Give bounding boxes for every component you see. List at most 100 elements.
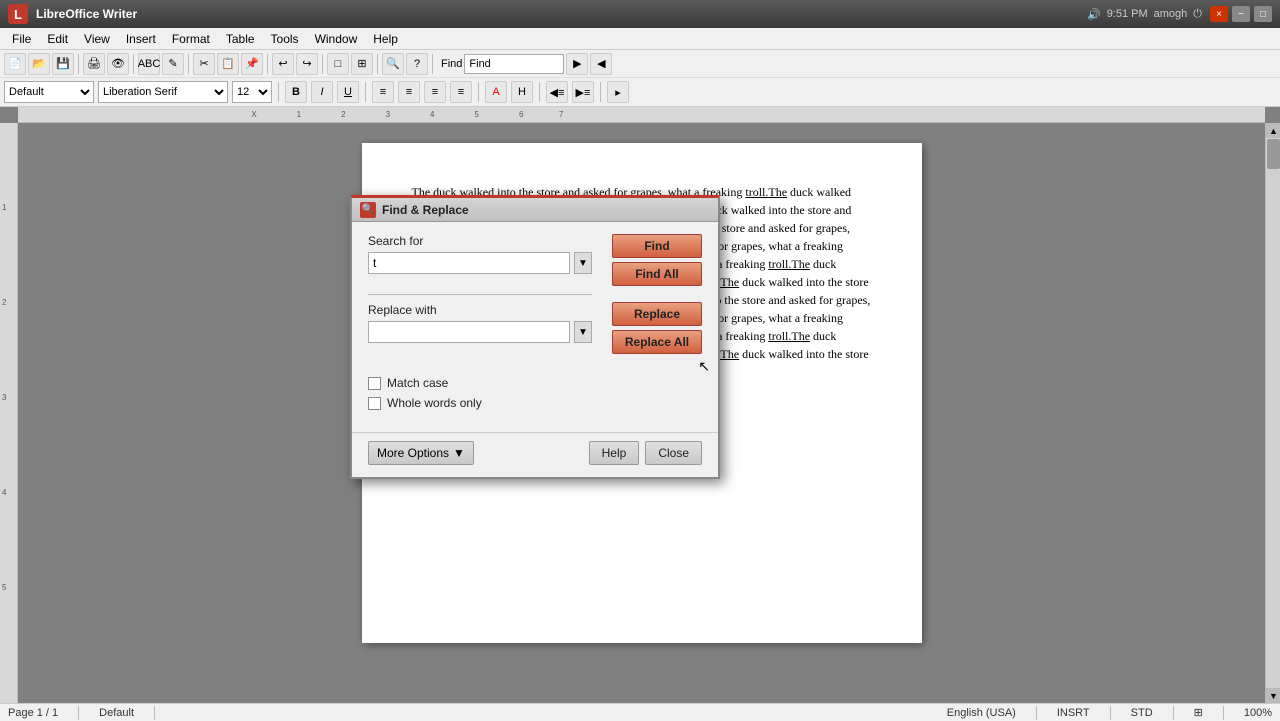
menu-window[interactable]: Window <box>307 30 366 48</box>
indent-button[interactable]: ▶≡ <box>572 81 594 103</box>
toolbar-standard: 📄 📂 💾 🖨 👁 ABC ✎ ✂ 📋 📌 ↩ ↪ □ ⊞ 🔍 ? Find ▶… <box>0 50 1280 78</box>
format-sep-3 <box>478 82 479 102</box>
more-options-label: More Options <box>377 446 449 460</box>
match-case-checkbox[interactable] <box>368 377 381 390</box>
redo-button[interactable]: ↪ <box>296 53 318 75</box>
align-justify-button[interactable]: ≡ <box>450 81 472 103</box>
toolbar-separator-3 <box>188 54 189 74</box>
replace-button[interactable]: Replace <box>612 302 702 326</box>
find-toolbar-area: Find ▶ ◀ <box>441 53 612 75</box>
whole-words-row: Whole words only <box>368 396 702 410</box>
toolbars: 📄 📂 💾 🖨 👁 ABC ✎ ✂ 📋 📌 ↩ ↪ □ ⊞ 🔍 ? Find ▶… <box>0 50 1280 107</box>
insert-table-button[interactable]: ⊞ <box>351 53 373 75</box>
status-sep-1 <box>78 706 79 720</box>
status-sep-5 <box>1173 706 1174 720</box>
zoom-button[interactable]: 🔍 <box>382 53 404 75</box>
record-changes-button[interactable]: ✎ <box>162 53 184 75</box>
toolbar-separator-6 <box>377 54 378 74</box>
close-window-button[interactable]: × <box>1210 6 1228 22</box>
ruler-mark-3: 3 <box>2 393 6 402</box>
menu-table[interactable]: Table <box>218 30 263 48</box>
close-button[interactable]: Close <box>645 441 702 465</box>
undo-button[interactable]: ↩ <box>272 53 294 75</box>
search-dropdown-button[interactable]: ▼ <box>574 252 592 274</box>
format-sep-4 <box>539 82 540 102</box>
find-all-button[interactable]: Find All <box>612 262 702 286</box>
align-center-button[interactable]: ≡ <box>398 81 420 103</box>
dialog-fields: Search for ▼ Replace with ▼ <box>368 234 592 368</box>
align-left-button[interactable]: ≡ <box>372 81 394 103</box>
bold-button[interactable]: B <box>285 81 307 103</box>
draw-button[interactable]: □ <box>327 53 349 75</box>
menu-view[interactable]: View <box>76 30 118 48</box>
status-sep-6 <box>1223 706 1224 720</box>
format-sep-1 <box>278 82 279 102</box>
find-toolbar-input[interactable] <box>464 54 564 74</box>
font-size-select[interactable]: 12 <box>232 81 272 103</box>
minimize-window-button[interactable]: − <box>1232 6 1250 22</box>
outdent-button[interactable]: ◀≡ <box>546 81 568 103</box>
replace-all-button[interactable]: Replace All <box>612 330 702 354</box>
menu-edit[interactable]: Edit <box>39 30 76 48</box>
ruler-marks: X 1 2 3 4 5 6 7 <box>18 107 1265 122</box>
find-button[interactable]: Find <box>612 234 702 258</box>
spell-check-button[interactable]: ABC <box>138 53 160 75</box>
search-input[interactable] <box>368 252 570 274</box>
maximize-window-button[interactable]: □ <box>1254 6 1272 22</box>
replace-input[interactable] <box>368 321 570 343</box>
status-sep-3 <box>1036 706 1037 720</box>
insert-mode-status: INSRT <box>1057 707 1090 719</box>
paragraph-style-select[interactable]: Default <box>4 81 94 103</box>
cut-button[interactable]: ✂ <box>193 53 215 75</box>
underline-button[interactable]: U <box>337 81 359 103</box>
dialog-titlebar[interactable]: 🔍 Find & Replace <box>352 198 718 222</box>
scroll-thumb[interactable] <box>1267 139 1280 169</box>
system-tray: 🔊 9:51 PM amogh ⏻ <box>1087 8 1202 21</box>
vertical-scrollbar[interactable]: ▲ ▼ <box>1265 123 1280 703</box>
scroll-down-button[interactable]: ▼ <box>1266 688 1280 703</box>
whole-words-checkbox[interactable] <box>368 397 381 410</box>
menu-tools[interactable]: Tools <box>263 30 307 48</box>
vertical-ruler: 1 2 3 4 5 <box>0 123 18 703</box>
format-sep-5 <box>600 82 601 102</box>
font-name-select[interactable]: Liberation Serif <box>98 81 228 103</box>
find-prev-button[interactable]: ◀ <box>590 53 612 75</box>
menu-insert[interactable]: Insert <box>118 30 164 48</box>
menu-help[interactable]: Help <box>365 30 406 48</box>
align-right-button[interactable]: ≡ <box>424 81 446 103</box>
ruler-mark-4: 4 <box>2 488 6 497</box>
more-format-button[interactable]: ▸ <box>607 81 629 103</box>
replace-dropdown-button[interactable]: ▼ <box>574 321 592 343</box>
paste-button[interactable]: 📌 <box>241 53 263 75</box>
help-button[interactable]: ? <box>406 53 428 75</box>
italic-button[interactable]: I <box>311 81 333 103</box>
menubar: File Edit View Insert Format Table Tools… <box>0 28 1280 50</box>
find-label: Find <box>441 58 462 70</box>
more-options-button[interactable]: More Options ▼ <box>368 441 474 465</box>
vertical-ruler-marks: 1 2 3 4 5 <box>0 123 17 703</box>
new-button[interactable]: 📄 <box>4 53 26 75</box>
print-button[interactable]: 🖨 <box>83 53 105 75</box>
zoom-level: 100% <box>1244 707 1272 719</box>
doc-modification-icon: ⊞ <box>1194 706 1203 719</box>
highlight-button[interactable]: H <box>511 81 533 103</box>
copy-button[interactable]: 📋 <box>217 53 239 75</box>
dialog-body: Search for ▼ Replace with ▼ Find Find <box>352 222 718 428</box>
spacer-1 <box>368 274 592 286</box>
spacer-2 <box>368 368 702 376</box>
save-button[interactable]: 💾 <box>52 53 74 75</box>
paragraph-style-status: Default <box>99 707 134 719</box>
help-button[interactable]: Help <box>589 441 640 465</box>
font-color-button[interactable]: A <box>485 81 507 103</box>
find-next-button[interactable]: ▶ <box>566 53 588 75</box>
the-link-12: The <box>720 347 739 361</box>
search-label: Search for <box>368 234 592 248</box>
preview-button[interactable]: 👁 <box>107 53 129 75</box>
replace-label: Replace with <box>368 303 592 317</box>
scroll-up-button[interactable]: ▲ <box>1266 123 1280 138</box>
toolbar-separator-2 <box>133 54 134 74</box>
menu-format[interactable]: Format <box>164 30 218 48</box>
toolbar-formatting: Default Liberation Serif 12 B I U ≡ ≡ ≡ … <box>0 78 1280 106</box>
open-button[interactable]: 📂 <box>28 53 50 75</box>
menu-file[interactable]: File <box>4 30 39 48</box>
